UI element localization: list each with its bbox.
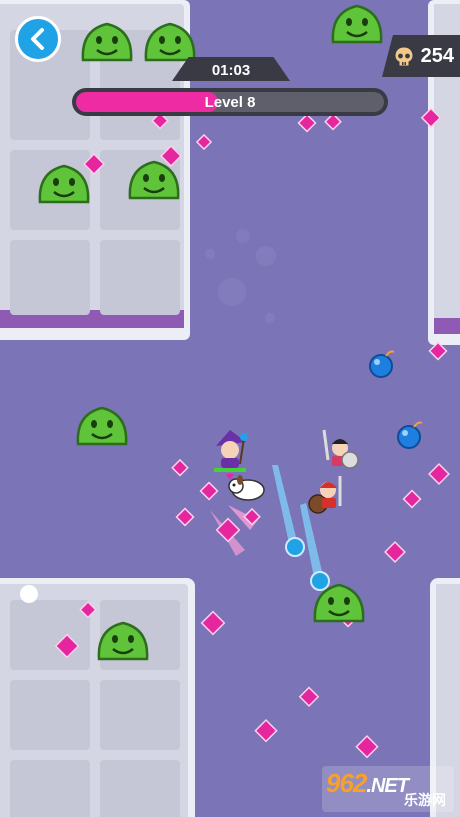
xp-progress-bar: Level 8 [72,88,388,116]
gem [402,489,422,509]
watermark-subtitle: 乐游网 [404,792,446,808]
skull-icon [394,46,414,67]
gem [324,112,342,131]
gem [195,133,213,151]
watermark-tail: .NET [366,775,409,797]
floor-decor [205,229,276,323]
player-wizard [214,430,248,480]
gem [199,481,219,501]
bomb [369,350,395,378]
back-button[interactable] [15,16,61,62]
watermark-number: 962 [326,768,367,798]
bomb-pickups [369,350,423,449]
gem [384,541,406,563]
bomb [397,421,423,449]
ally-warrior [308,476,342,514]
gem [428,341,448,361]
game-field [0,0,460,817]
ally-knight [322,429,359,469]
survival-timer: 01:03 [172,57,290,81]
chevron-left-icon [31,28,44,50]
gem [428,463,450,485]
slime-enemy [331,4,383,44]
gem [254,719,278,743]
gem [297,113,317,133]
gem [175,507,195,527]
site-watermark: 962.NET 乐游网 [322,766,454,812]
wall-blocks [0,0,460,817]
gem [200,610,226,636]
gem [355,735,379,759]
companion-dog [228,475,265,501]
gem [171,458,189,477]
white-orb [20,585,38,603]
gem [298,686,320,707]
game-world [0,0,460,817]
kill-count: 254 [420,44,454,67]
xp-track: Level 8 [76,92,384,112]
slime-enemy [76,406,128,446]
level-label: Level 8 [204,93,256,111]
